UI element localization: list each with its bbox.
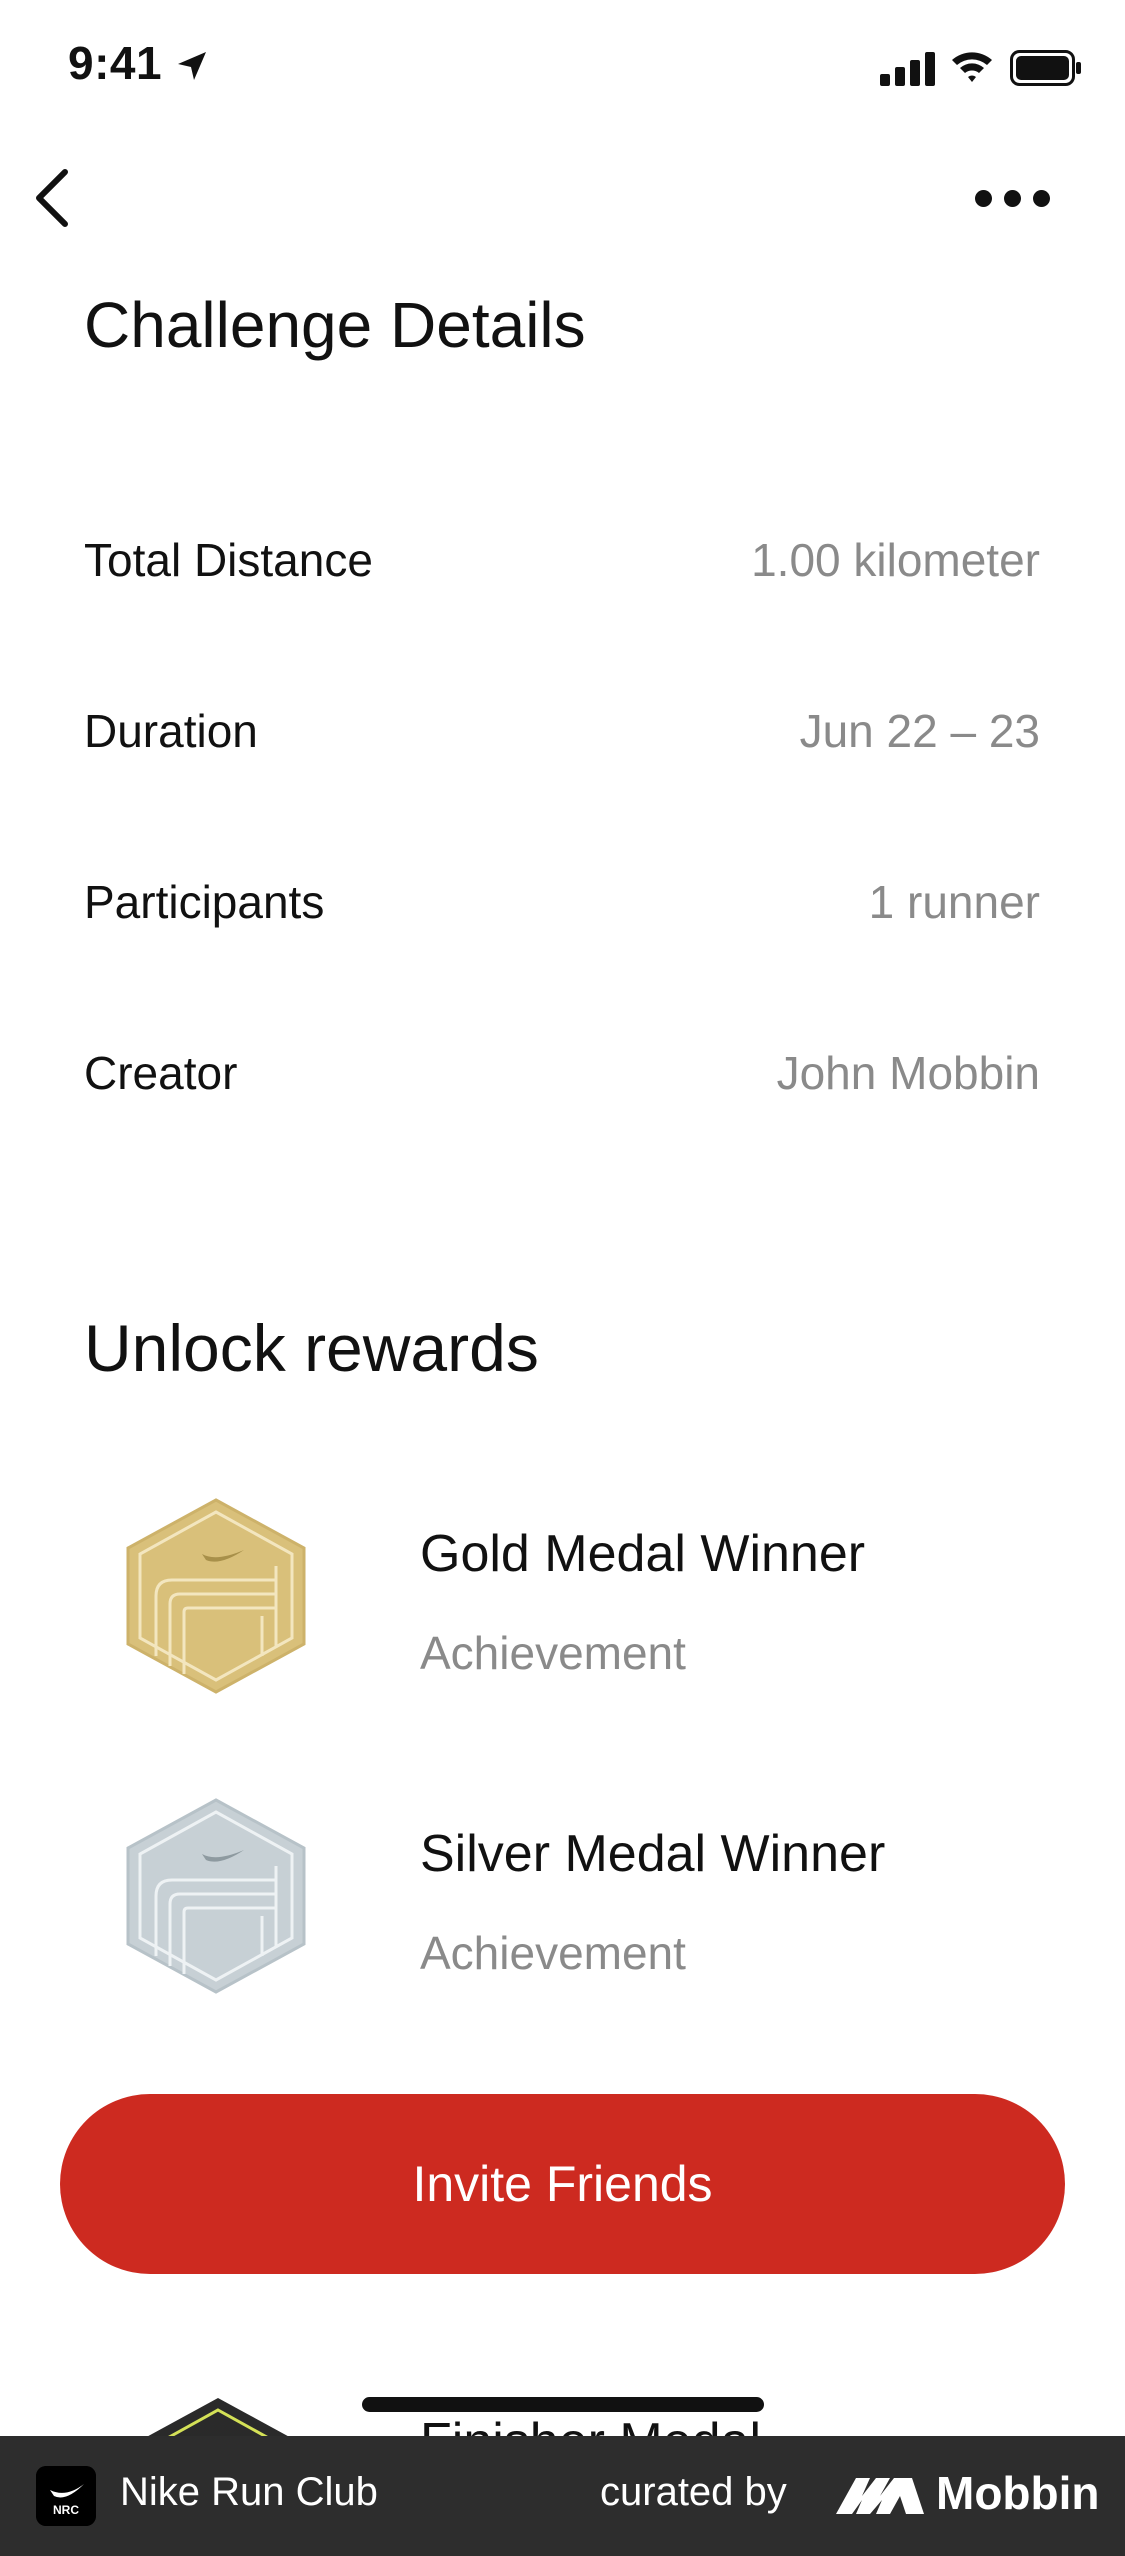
chevron-left-icon [36,169,68,227]
nike-run-club-logo: NRC [36,2466,96,2526]
rewards-section-title: Unlock rewards [84,1311,539,1385]
detail-row-creator: Creator John Mobbin [84,1033,1040,1113]
detail-label: Participants [84,876,325,928]
page-title: Challenge Details [84,289,586,361]
detail-value: John Mobbin [776,1047,1040,1099]
battery-icon [1010,50,1081,86]
footer-app-name: Nike Run Club [120,2470,378,2514]
reward-item-silver[interactable]: Silver Medal Winner Achievement [120,1796,1080,1996]
detail-row-duration: Duration Jun 22 – 23 [84,691,1040,771]
mobbin-logo-icon [836,2478,924,2514]
more-dot [1032,189,1050,207]
silver-medal-icon [126,1798,306,1994]
detail-value: 1 runner [868,876,1040,928]
footer-curated-label: curated by [600,2470,787,2514]
cellular-signal-icon [880,52,935,86]
detail-row-participants[interactable]: Participants 1 runner [84,862,1040,942]
detail-label: Total Distance [84,534,373,586]
detail-label: Creator [84,1047,238,1099]
detail-row-total-distance: Total Distance 1.00 kilometer [84,520,1040,600]
reward-item-gold[interactable]: Gold Medal Winner Achievement [120,1496,1080,1696]
detail-value: Jun 22 – 23 [799,705,1040,757]
gold-medal-icon [126,1498,306,1694]
reward-type: Achievement [420,1927,686,1979]
more-dot [1003,189,1021,207]
back-button[interactable] [16,160,86,236]
svg-text:NRC: NRC [53,2503,79,2517]
footer-brand: Mobbin [936,2467,1100,2519]
more-dots-icon [974,189,992,207]
wifi-icon [952,52,992,82]
reward-type: Achievement [420,1627,686,1679]
invite-friends-button[interactable]: Invite Friends [60,2094,1065,2274]
location-arrow-icon [178,52,206,80]
home-indicator [362,2397,764,2412]
detail-value: 1.00 kilometer [751,534,1040,586]
detail-label: Duration [84,705,258,757]
reward-name: Silver Medal Winner [420,1825,886,1883]
status-time: 9:41 [68,37,163,89]
reward-name: Gold Medal Winner [420,1525,866,1583]
more-options-button[interactable] [960,168,1064,228]
